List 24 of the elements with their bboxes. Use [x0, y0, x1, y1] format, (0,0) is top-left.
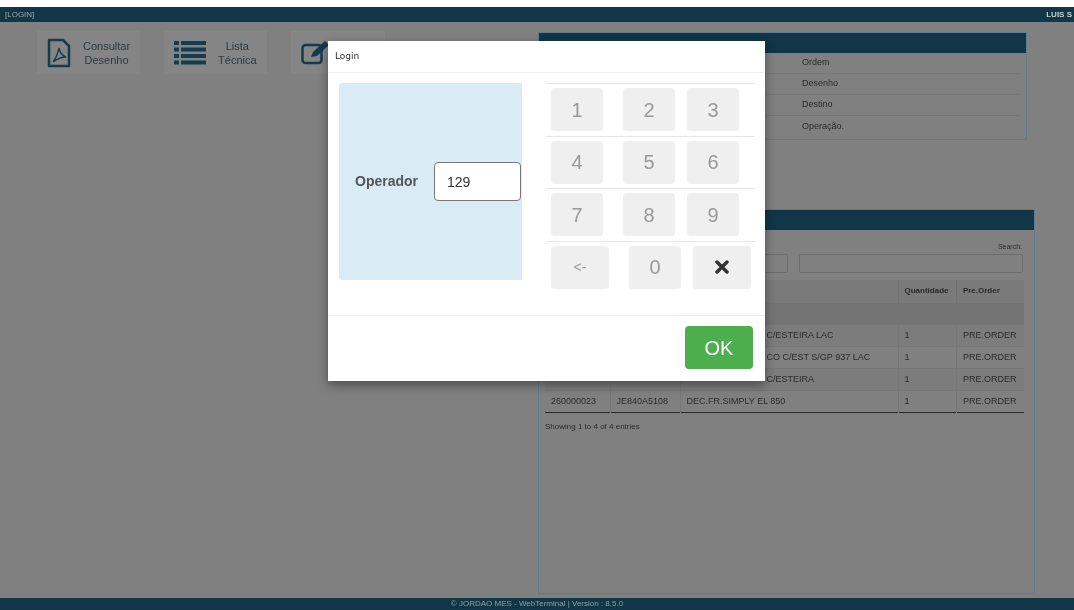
table-cell: CO C/EST S/GP 937 LAC: [766, 351, 871, 362]
table-cell: DEC.FR.SIMPLY EL 850: [686, 395, 786, 406]
info-label: Desenho: [802, 77, 839, 91]
table-cell: C/ESTEIRA: [766, 373, 814, 384]
table-cell: JE840A5108: [616, 395, 669, 406]
user-name: LUIS S: [1046, 8, 1072, 21]
entries-info: Showing 1 to 4 of 4 entries: [545, 421, 641, 433]
table-cell: PRE.ORDER: [962, 373, 1017, 384]
info-label: Operação.: [802, 119, 845, 133]
info-label: Ordem: [802, 56, 830, 70]
table-cell: 260000023: [551, 395, 597, 406]
table-cell: 1: [904, 329, 910, 340]
screen-title: [LOGIN]: [5, 8, 35, 21]
operator-label: Operador: [355, 172, 418, 191]
table-cell: 1: [904, 351, 910, 362]
table-cell: PRE.ORDER: [962, 395, 1017, 406]
table-cell: 1: [904, 395, 910, 406]
footer-text: © JORDAO MES - WebTerminal | Version : 8.5.0: [450, 599, 624, 609]
info-label: Destino: [802, 98, 833, 112]
table-cell: C/ESTEIRA LAC: [766, 329, 834, 340]
table-cell: 1: [904, 373, 910, 384]
table-cell: PRE.ORDER: [962, 351, 1017, 362]
table-cell: PRE.ORDER: [962, 329, 1017, 340]
dialog-title: Login: [335, 49, 360, 63]
